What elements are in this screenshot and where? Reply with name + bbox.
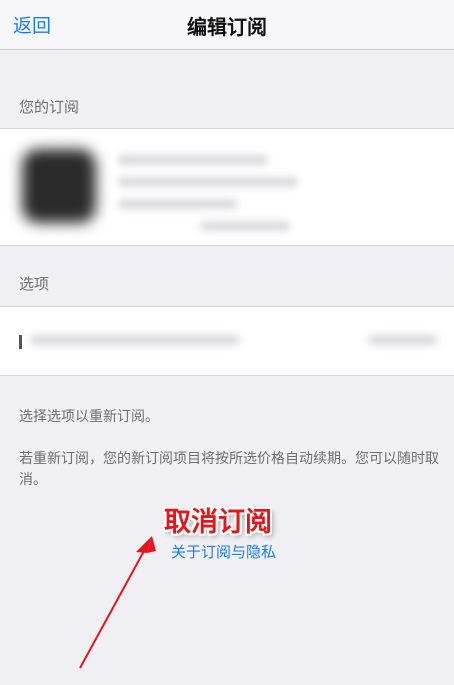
- app-icon: [22, 149, 96, 223]
- options-section-header: 选项: [19, 275, 50, 293]
- select-option-note: 选择选项以重新订阅。: [19, 409, 159, 425]
- subscription-item[interactable]: [0, 128, 454, 246]
- blurred-subscription-detail: [200, 221, 290, 231]
- auto-renew-note: 若重新订阅，您的新订阅项目将按所选价格自动续期。您可以随时取消。: [19, 451, 439, 488]
- blurred-app-name: [118, 155, 268, 165]
- privacy-link[interactable]: 关于订阅与隐私: [171, 541, 276, 562]
- subscription-option[interactable]: [0, 306, 454, 376]
- blurred-subscription-detail: [118, 199, 238, 209]
- cancel-subscription-annotation: 取消订阅: [164, 507, 272, 538]
- option-radio-indicator: [19, 335, 22, 349]
- navigation-bar: 返回 编辑订阅: [0, 0, 454, 50]
- blurred-option-name: [30, 335, 240, 345]
- subscriptions-section-header: 您的订阅: [19, 98, 80, 116]
- blurred-subscription-detail: [118, 177, 298, 187]
- page-title: 编辑订阅: [187, 15, 267, 39]
- blurred-option-price: [368, 335, 438, 345]
